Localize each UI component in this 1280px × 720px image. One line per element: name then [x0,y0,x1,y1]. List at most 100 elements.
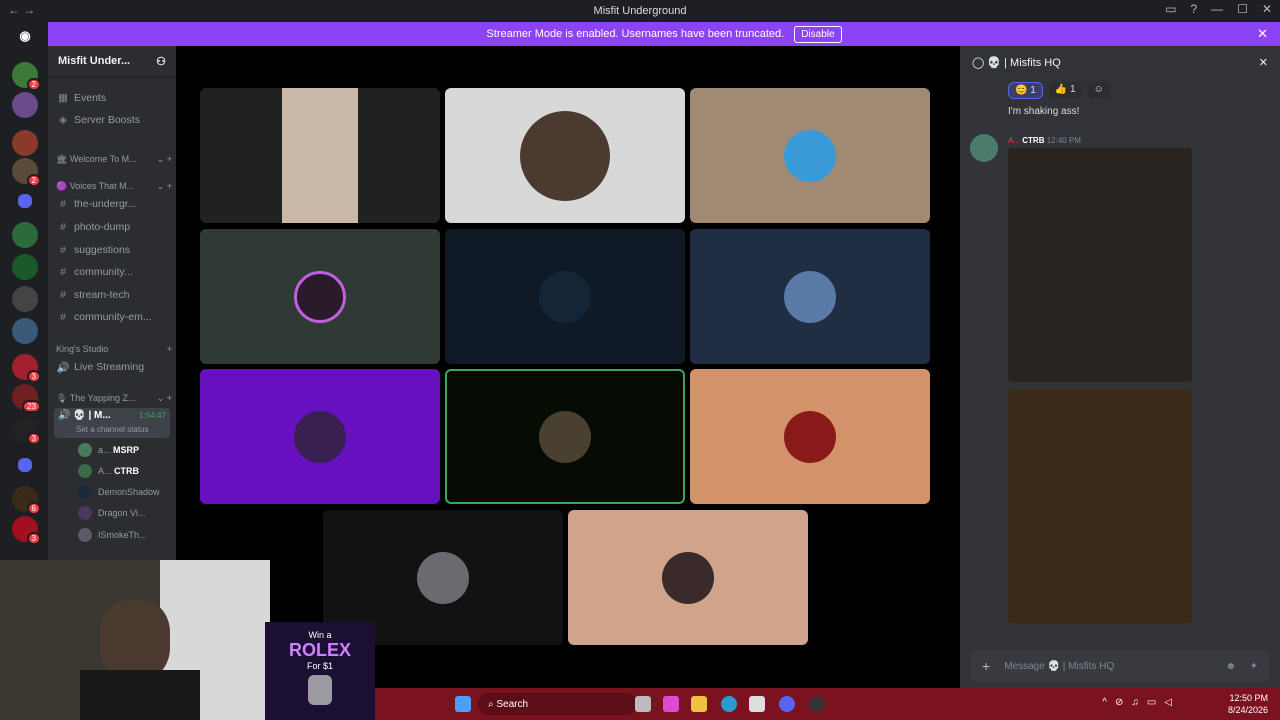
add-member-icon[interactable]: ⚇ [156,55,166,68]
server-name: Misfit Under... [58,55,131,67]
channel-stream-tech[interactable]: # stream-tech [56,285,172,305]
channel-status-hint[interactable]: Set a channel status [76,425,149,434]
watch-icon [308,675,332,705]
video-tile[interactable] [690,369,930,504]
calendar-icon: ▦ [58,92,68,104]
server-icon[interactable]: 3 [12,354,41,383]
folder-icon[interactable] [18,194,32,208]
voice-user[interactable]: a... MSRP [78,441,172,459]
server-icon[interactable]: 6 [12,486,41,515]
voice-user[interactable]: DemonShadow [78,483,172,501]
video-tile[interactable] [568,510,808,645]
title-bar: ← → Misfit Underground ▭ ? — ☐ ✕ [0,0,1280,22]
voice-user[interactable]: Dragon Vi... [78,504,172,522]
add-reaction-icon[interactable]: ☺ [1087,82,1110,99]
server-icon[interactable] [12,286,38,312]
discord-icon[interactable] [779,696,795,712]
avatar [784,129,836,182]
help-icon[interactable]: ? [1190,2,1197,16]
file-explorer-icon[interactable] [691,696,707,712]
video-tile-speaking[interactable] [445,369,685,504]
category-welcome[interactable]: 🏛 Welcome To M... ⌄ + [56,154,172,165]
server-icon[interactable]: 3 [12,516,41,545]
folder-icon[interactable] [18,458,32,472]
hash-icon: # [60,221,66,233]
hash-icon: # [60,244,66,256]
server-icon[interactable] [12,318,38,344]
obs-icon[interactable] [809,696,825,712]
close-icon[interactable]: ✕ [1262,2,1272,16]
server-icon[interactable] [12,222,38,248]
server-header[interactable]: Misfit Under... ⚇ [48,46,176,78]
channel-the-underground[interactable]: # the-undergr... [56,194,172,214]
thread-icon: ◯ [972,57,985,69]
apps-icon[interactable]: ✦ [1250,661,1258,672]
hash-icon: # [60,289,66,301]
close-banner-icon[interactable]: ✕ [1257,26,1268,42]
chat-panel: ◯ 💀 | Misfits HQ ✕ 😊 1 👍 1 ☺ I'm shaking… [960,46,1280,688]
avatar [294,270,346,323]
category-yapping[interactable]: 🎙 The Yapping Z... ⌄ + [56,393,172,404]
server-icon[interactable] [12,92,38,118]
edge-icon[interactable] [721,696,737,712]
voice-user[interactable]: A... CTRB [78,462,172,480]
close-chat-icon[interactable]: ✕ [1259,56,1268,69]
channel-photo-dump[interactable]: # photo-dump [56,217,172,237]
video-tile[interactable] [445,88,685,223]
category-voices[interactable]: 🟣 Voices That M... ⌄ + [56,181,172,192]
windows-start-icon[interactable] [455,696,471,712]
server-icon[interactable]: 2 [12,158,41,187]
banner-text: Streamer Mode is enabled. Usernames have… [486,28,785,40]
avatar [417,551,469,604]
video-tile[interactable] [690,229,930,364]
attach-icon[interactable]: + [982,658,990,674]
channel-suggestions[interactable]: # suggestions [56,240,172,260]
server-icon[interactable]: 2 [12,62,41,91]
clock[interactable]: 12:50 PM 8/24/2026 [1228,692,1268,716]
channel-community-em[interactable]: # community-em... [56,307,172,327]
channel-community[interactable]: # community... [56,262,172,282]
avatar [784,410,836,463]
channel-live-streaming[interactable]: 🔊 Live Streaming [56,357,172,377]
rolex-ad[interactable]: Win a ROLEX For $1 [265,622,375,720]
inbox-icon[interactable]: ▭ [1165,2,1176,16]
maximize-icon[interactable]: ☐ [1237,2,1248,16]
voice-stage [176,46,954,688]
disable-button[interactable]: Disable [794,25,842,43]
taskbar-search[interactable]: ⌕ Search [478,693,638,715]
participant-video [282,88,358,223]
events-item[interactable]: ▦ Events [56,88,172,108]
image-attachment[interactable] [1008,148,1192,382]
task-view-icon[interactable] [635,696,651,712]
chat-title: | Misfits HQ [1004,57,1061,69]
participant-video [520,110,610,201]
author-avatar[interactable] [970,134,998,162]
hash-icon: # [60,198,66,210]
message-input[interactable]: + Message 💀 | Misfits HQ ☻ ✦ [970,650,1270,682]
window-controls: ▭ ? — ☐ ✕ [1165,2,1272,16]
copilot-icon[interactable] [663,696,679,712]
server-icon[interactable]: 23 [12,384,41,413]
reaction[interactable]: 👍 1 [1048,82,1082,99]
image-attachment[interactable] [1008,389,1192,623]
streamer-mode-banner: Streamer Mode is enabled. Usernames have… [48,22,1280,46]
server-icon[interactable] [12,254,38,280]
store-icon[interactable] [749,696,765,712]
discord-home-icon[interactable]: ◉ [12,26,38,46]
voice-user[interactable]: ISmokeTh... [78,526,172,544]
emoji-icon[interactable]: ☻ [1225,661,1236,672]
video-tile[interactable] [445,229,685,364]
video-tile[interactable] [690,88,930,223]
active-voice-channel[interactable]: 🔊 💀 | M... 1:54:47 Set a channel status [54,408,170,438]
reaction[interactable]: 😊 1 [1008,82,1043,99]
server-list: ◉ 2 2 3 23 3 6 3 [0,22,48,560]
system-tray-icons[interactable]: ^⊘♫▭◁ [1102,697,1180,708]
server-boosts-item[interactable]: ◈ Server Boosts [56,110,172,130]
server-icon[interactable]: 3 [12,416,41,445]
video-tile[interactable] [200,88,440,223]
video-tile[interactable] [200,229,440,364]
server-icon[interactable] [12,130,38,156]
video-tile[interactable] [200,369,440,504]
category-kings-studio[interactable]: King's Studio + [56,344,172,354]
minimize-icon[interactable]: — [1211,2,1223,16]
